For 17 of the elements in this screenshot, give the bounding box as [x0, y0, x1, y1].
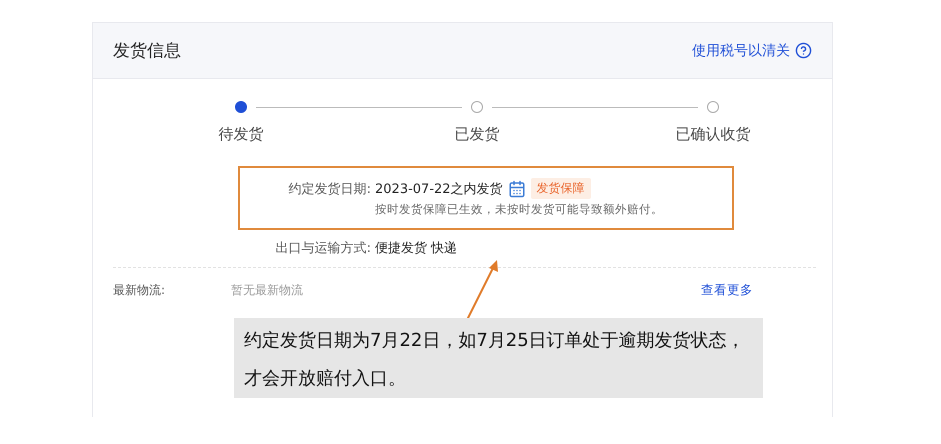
step-label: 待发货	[218, 125, 264, 144]
field-value: 2023-07-22之内发货	[375, 180, 503, 198]
field-label: 出口与运输方式:	[274, 240, 371, 257]
annotation-note: 约定发货日期为7月22日，如7月25日订单处于逾期发货状态，才会开放赔付入口。	[234, 318, 763, 398]
guarantee-note: 按时发货保障已生效，未按时发货可能导致额外赔付。	[375, 202, 664, 217]
calendar-icon	[508, 180, 526, 198]
field-value: 暂无最新物流	[231, 282, 304, 299]
step-label: 已发货	[454, 125, 500, 144]
field-label: 最新物流:	[113, 282, 166, 299]
step-label: 已确认收货	[676, 125, 750, 144]
view-more-link[interactable]: 查看更多	[701, 282, 753, 299]
field-value: 便捷发货 快递	[375, 240, 458, 257]
field-label: 约定发货日期:	[288, 180, 371, 198]
guarantee-tag: 发货保障	[530, 178, 591, 199]
customs-link[interactable]: 使用税号以清关	[692, 42, 812, 60]
help-icon	[795, 42, 812, 59]
section-title: 发货信息	[113, 40, 181, 62]
